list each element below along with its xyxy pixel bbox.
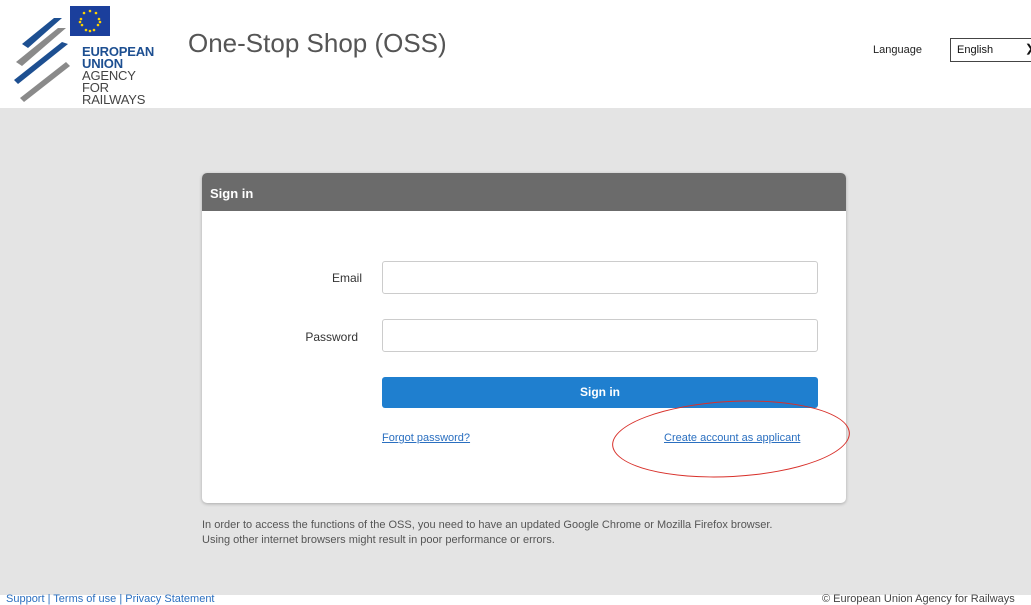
chevron-down-icon: ❯ [1025, 42, 1031, 55]
browser-notice: In order to access the functions of the … [202, 518, 902, 548]
logo-text: EUROPEAN UNION AGENCY FOR RAILWAYS [82, 45, 174, 107]
email-label: Email [331, 271, 362, 285]
password-label: Password [305, 330, 358, 344]
app-title: One-Stop Shop (OSS) [188, 28, 447, 58]
era-logo[interactable]: EUROPEAN UNION AGENCY FOR RAILWAYS [14, 6, 174, 106]
browser-notice-line: In order to access the functions of the … [202, 519, 773, 531]
browser-notice-line: Using other internet browsers might resu… [202, 534, 555, 546]
email-field[interactable] [382, 261, 818, 294]
footer-links[interactable]: Support | Terms of use | Privacy Stateme… [6, 593, 215, 605]
password-field[interactable] [382, 319, 818, 352]
signin-card-title: Sign in [202, 173, 846, 211]
main-content: Sign in Email Password Sign in Forgot pa… [0, 108, 1031, 595]
logo-line: FOR RAILWAYS [82, 80, 146, 107]
language-select[interactable]: English ❯ [950, 38, 1031, 62]
language-selected-value: English [957, 44, 994, 56]
page-header: EUROPEAN UNION AGENCY FOR RAILWAYS One-S… [0, 0, 1031, 108]
language-label: Language [873, 44, 922, 56]
forgot-password-link[interactable]: Forgot password? [382, 432, 470, 444]
page-footer: Support | Terms of use | Privacy Stateme… [0, 593, 1031, 605]
footer-copyright: © European Union Agency for Railways [822, 593, 1015, 605]
